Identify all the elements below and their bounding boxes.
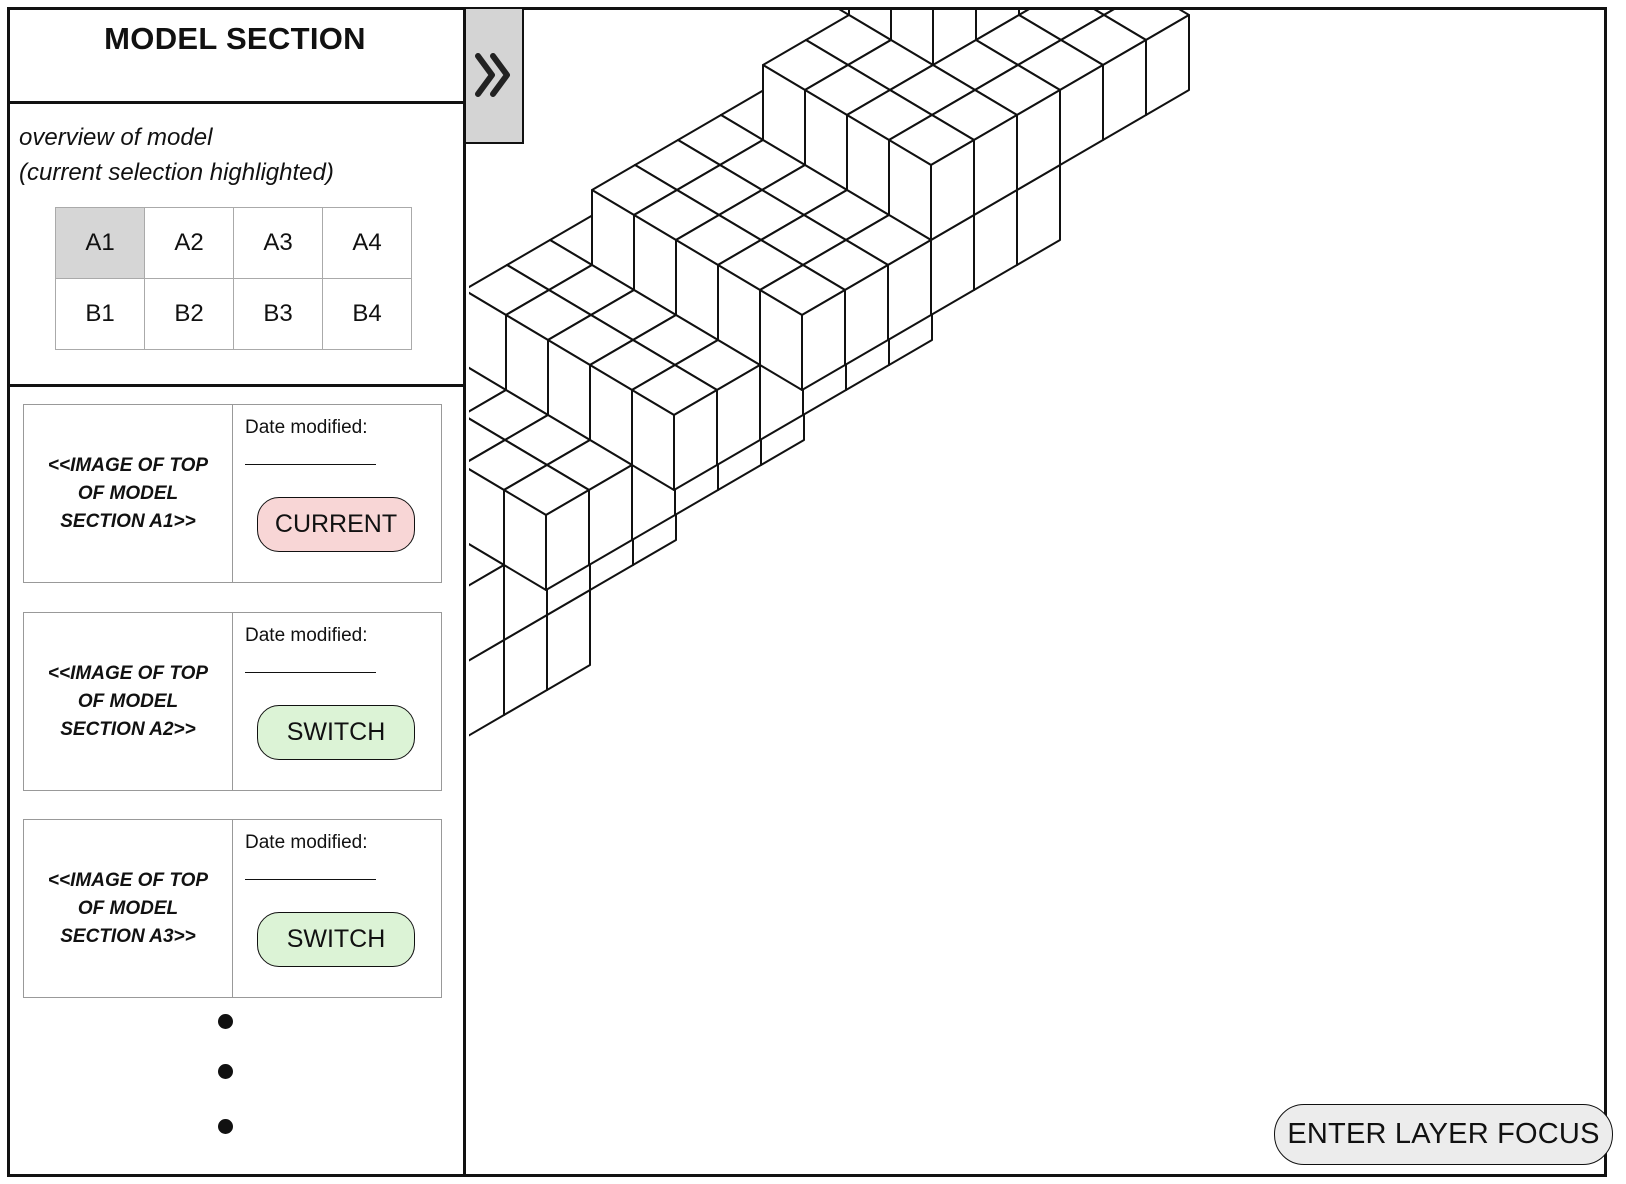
date-modified-label: Date modified: xyxy=(245,625,368,646)
overview-caption: overview of model (current selection hig… xyxy=(19,120,334,190)
date-modified-value-line xyxy=(245,672,376,673)
thumbnail-text-line: OF MODEL xyxy=(77,897,179,919)
date-modified-value-line xyxy=(245,879,376,880)
more-items-dot xyxy=(218,1014,233,1029)
section-thumbnail-placeholder: <<IMAGE OF TOP OF MODEL SECTION A2>> xyxy=(24,613,233,790)
section-cell-b1[interactable]: B1 xyxy=(55,278,145,350)
overview-caption-line: (current selection highlighted) xyxy=(19,159,334,186)
section-grid-row: B1 B2 B3 B4 xyxy=(55,278,412,350)
section-cell-a1[interactable]: A1 xyxy=(55,207,145,279)
section-cell-b4[interactable]: B4 xyxy=(322,278,412,350)
date-modified-value-line xyxy=(245,464,376,465)
model-3d-viewport[interactable] xyxy=(469,10,1604,1174)
enter-layer-focus-button[interactable]: ENTER LAYER FOCUS xyxy=(1274,1104,1613,1165)
section-cell-b2[interactable]: B2 xyxy=(144,278,234,350)
section-card-a3: <<IMAGE OF TOP OF MODEL SECTION A3>> Dat… xyxy=(23,819,442,998)
section-grid: A1 A2 A3 A4 B1 B2 B3 B4 xyxy=(55,207,412,350)
section-thumbnail-placeholder: <<IMAGE OF TOP OF MODEL SECTION A3>> xyxy=(24,820,233,997)
section-grid-row: A1 A2 A3 A4 xyxy=(55,207,412,279)
thumbnail-text-line: <<IMAGE OF TOP xyxy=(47,662,209,684)
current-button[interactable]: CURRENT xyxy=(257,497,415,552)
date-modified-label: Date modified: xyxy=(245,832,368,853)
section-card-a1: <<IMAGE OF TOP OF MODEL SECTION A1>> Dat… xyxy=(23,404,442,583)
section-cell-b3[interactable]: B3 xyxy=(233,278,323,350)
sidebar-title: MODEL SECTION xyxy=(104,21,366,56)
voxel-face xyxy=(838,10,850,16)
thumbnail-text-line: OF MODEL xyxy=(77,690,179,712)
date-modified-label: Date modified: xyxy=(245,417,368,438)
sidebar-header: MODEL SECTION xyxy=(7,7,463,104)
thumbnail-text-line: <<IMAGE OF TOP xyxy=(47,869,209,891)
thumbnail-text-line: SECTION A2>> xyxy=(60,718,196,740)
thumbnail-text-line: SECTION A3>> xyxy=(60,925,196,947)
section-cell-a3[interactable]: A3 xyxy=(233,207,323,279)
section-cell-a2[interactable]: A2 xyxy=(144,207,234,279)
thumbnail-text-line: OF MODEL xyxy=(77,482,179,504)
section-card-a2: <<IMAGE OF TOP OF MODEL SECTION A2>> Dat… xyxy=(23,612,442,791)
more-items-dot xyxy=(218,1064,233,1079)
overview-caption-line: overview of model xyxy=(19,124,213,151)
thumbnail-text-line: <<IMAGE OF TOP xyxy=(47,454,209,476)
section-cell-a4[interactable]: A4 xyxy=(322,207,412,279)
model-section-sidebar: MODEL SECTION overview of model (current… xyxy=(7,7,466,1177)
more-items-dot xyxy=(218,1119,233,1134)
thumbnail-text-line: SECTION A1>> xyxy=(60,510,196,532)
section-thumbnail-placeholder: <<IMAGE OF TOP OF MODEL SECTION A1>> xyxy=(24,405,233,582)
switch-button[interactable]: SWITCH xyxy=(257,912,415,967)
switch-button[interactable]: SWITCH xyxy=(257,705,415,760)
model-overview: overview of model (current selection hig… xyxy=(7,104,463,387)
